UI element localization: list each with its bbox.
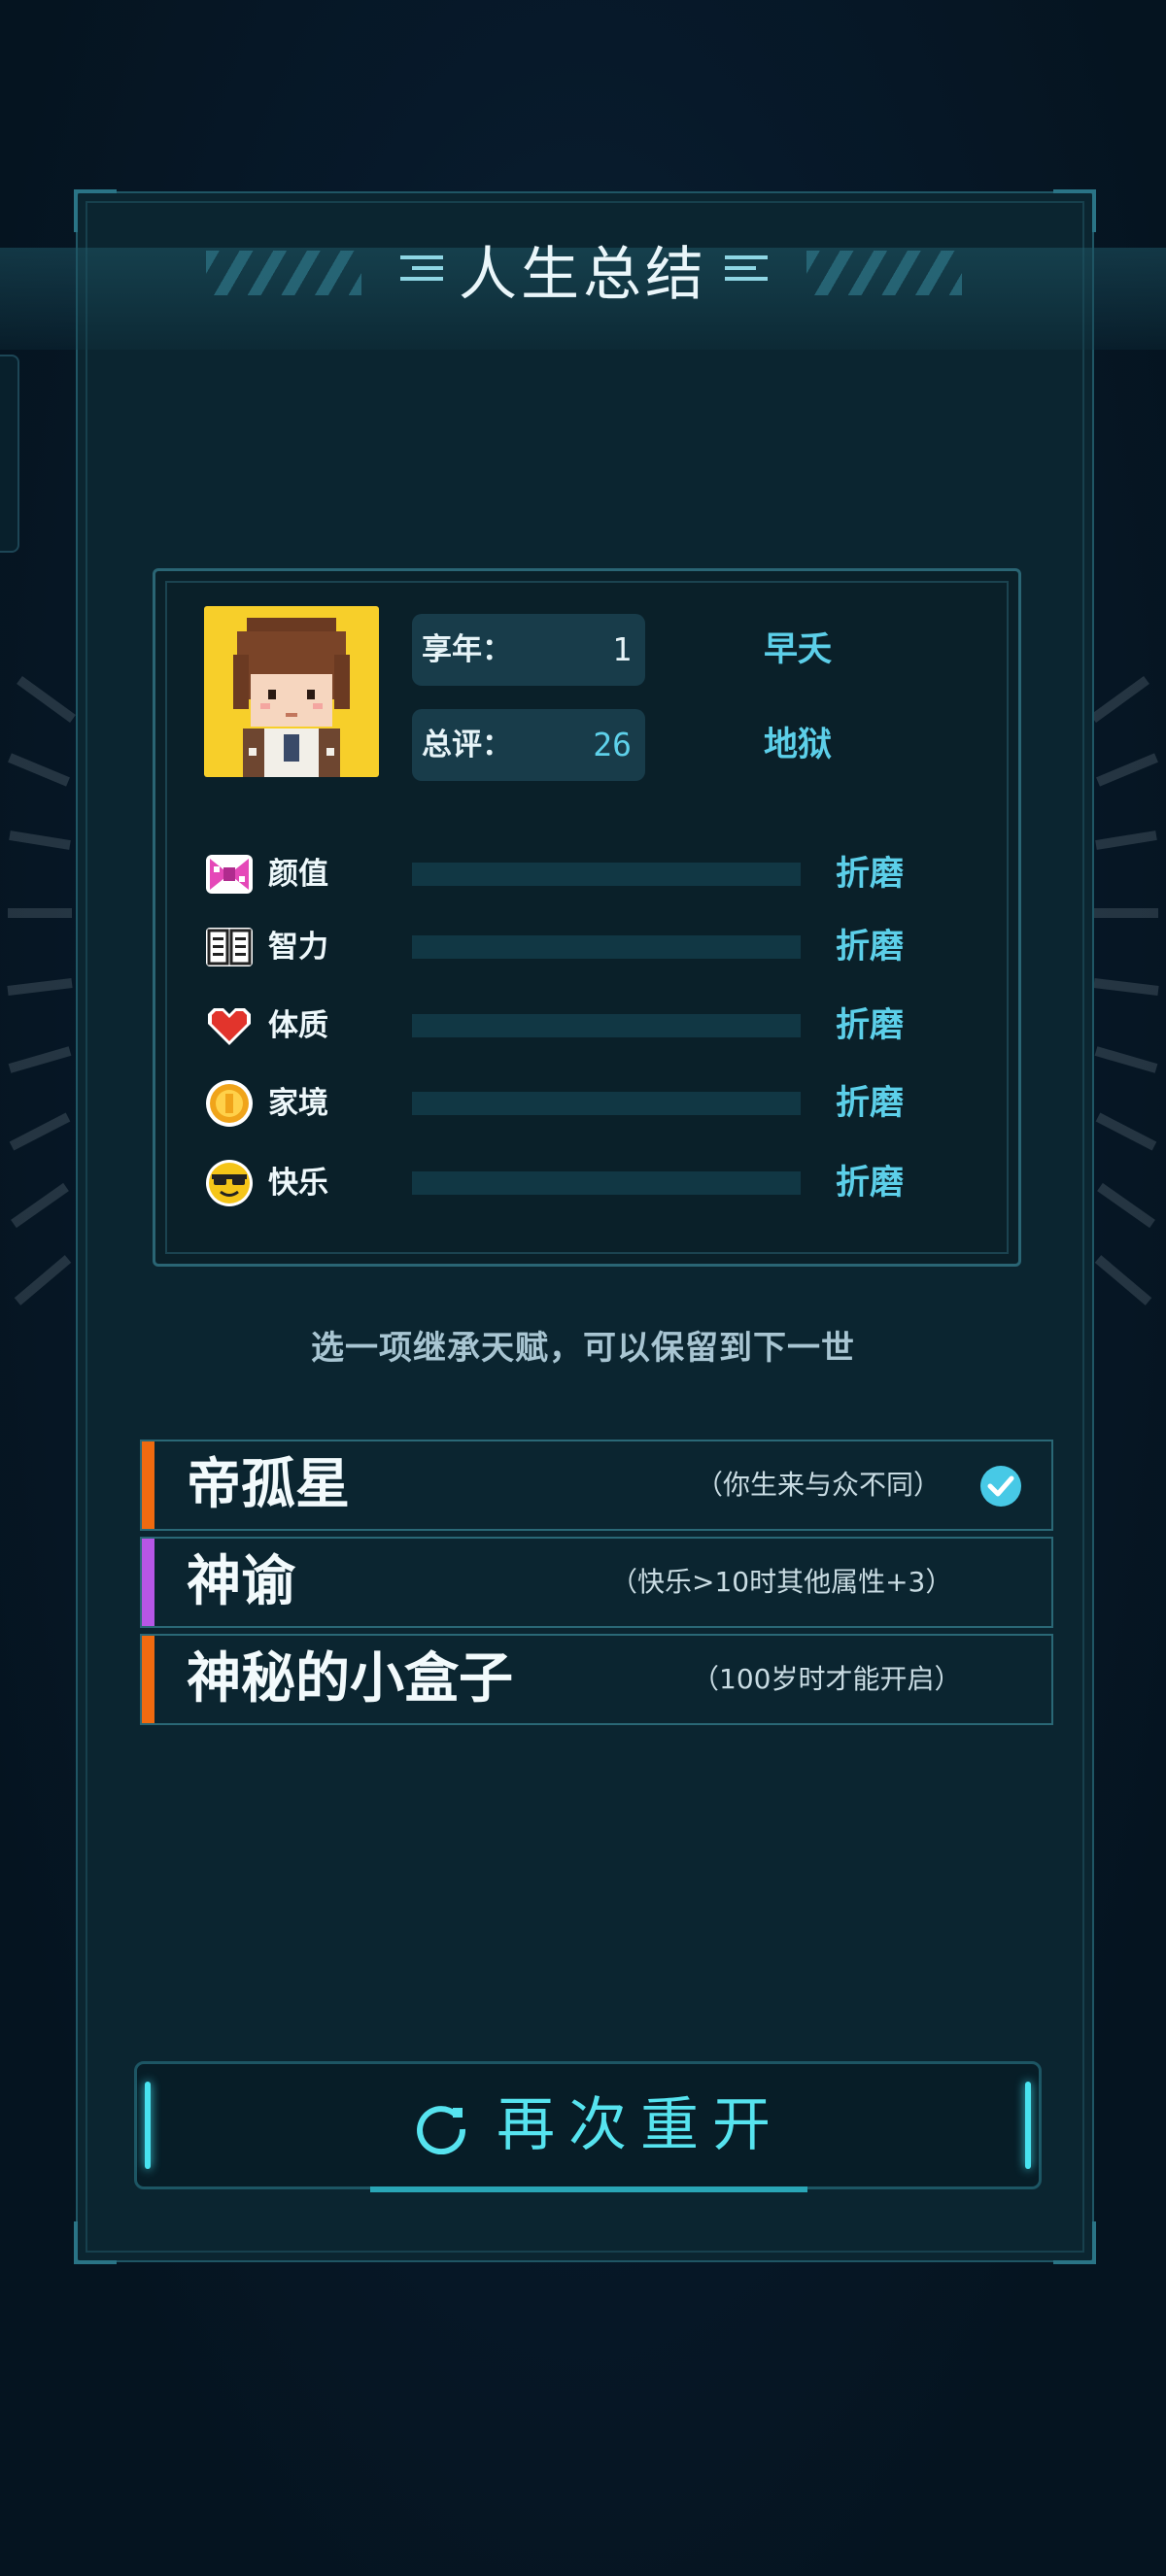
attribute-value: 折磨 [836, 1164, 905, 1203]
talent-option[interactable]: 神谕 （快乐>10时其他属性+3） [140, 1537, 1053, 1628]
button-edge-glow [1025, 2082, 1031, 2169]
talent-accent-bar [142, 1636, 154, 1723]
attribute-bar [412, 1014, 801, 1037]
age-label: 享年： [422, 632, 512, 667]
attribute-label: 体质 [268, 1008, 328, 1043]
title-stripes-right [806, 251, 962, 295]
talent-desc: （你生来与众不同） [696, 1469, 942, 1501]
attribute-row-happiness: 快乐 折磨 [204, 1156, 943, 1210]
coin-icon [206, 1080, 253, 1127]
score-value: 26 [593, 726, 632, 763]
attribute-value: 折磨 [836, 1006, 905, 1045]
attribute-bar [412, 1171, 801, 1195]
attribute-value: 折磨 [836, 855, 905, 894]
talent-accent-bar [142, 1441, 154, 1529]
book-icon [206, 928, 253, 966]
score-desc: 地狱 [764, 726, 833, 764]
heart-icon [208, 1008, 251, 1045]
talent-desc: （快乐>10时其他属性+3） [610, 1566, 953, 1598]
age-desc: 早夭 [764, 630, 833, 669]
attribute-bar [412, 1092, 801, 1115]
attribute-row-physique: 体质 折磨 [204, 999, 943, 1053]
talent-name: 帝孤星 [187, 1453, 350, 1516]
attribute-value: 折磨 [836, 928, 905, 966]
attribute-label: 家境 [268, 1086, 328, 1121]
age-box: 享年： 1 [412, 614, 645, 686]
restart-label: 再次重开 [497, 2091, 784, 2159]
panel-corner [74, 189, 117, 232]
talent-option[interactable]: 帝孤星 （你生来与众不同） [140, 1440, 1053, 1531]
button-edge-glow [145, 2082, 151, 2169]
attribute-label: 颜值 [268, 857, 328, 892]
restart-button[interactable]: 再次重开 [134, 2061, 1042, 2192]
page-title: 人生总结 [459, 241, 707, 309]
panel-corner [74, 2221, 117, 2264]
pixel-character-icon [233, 618, 350, 777]
refresh-icon [417, 2106, 466, 2154]
score-box: 总评： 26 [412, 709, 645, 781]
sunglasses-face-icon [206, 1160, 253, 1206]
check-circle-icon [980, 1466, 1021, 1507]
talent-desc: （100岁时才能开启） [692, 1663, 962, 1695]
side-tab[interactable] [0, 355, 19, 553]
attribute-row-appearance: 颜值 折磨 [204, 847, 943, 901]
talent-name: 神秘的小盒子 [187, 1647, 513, 1711]
panel-corner [1053, 2221, 1096, 2264]
title-stripes-left [206, 251, 361, 295]
talent-accent-bar [142, 1539, 154, 1626]
attribute-value: 折磨 [836, 1084, 905, 1123]
title-deco-right-icon [725, 255, 779, 285]
attribute-label: 智力 [268, 930, 328, 965]
attribute-row-family: 家境 折磨 [204, 1076, 943, 1131]
bow-icon [206, 855, 253, 894]
attribute-row-intelligence: 智力 折磨 [204, 920, 943, 974]
score-label: 总评： [422, 728, 512, 763]
attribute-bar [412, 935, 801, 959]
panel-corner [1053, 189, 1096, 232]
button-bottom-glow [370, 2186, 807, 2192]
attribute-label: 快乐 [268, 1166, 328, 1201]
inherit-hint: 选一项继承天赋，可以保留到下一世 [311, 1329, 855, 1368]
attribute-bar [412, 863, 801, 886]
talent-option[interactable]: 神秘的小盒子 （100岁时才能开启） [140, 1634, 1053, 1725]
talent-name: 神谕 [187, 1550, 295, 1613]
age-value: 1 [612, 630, 632, 668]
avatar [204, 606, 379, 777]
